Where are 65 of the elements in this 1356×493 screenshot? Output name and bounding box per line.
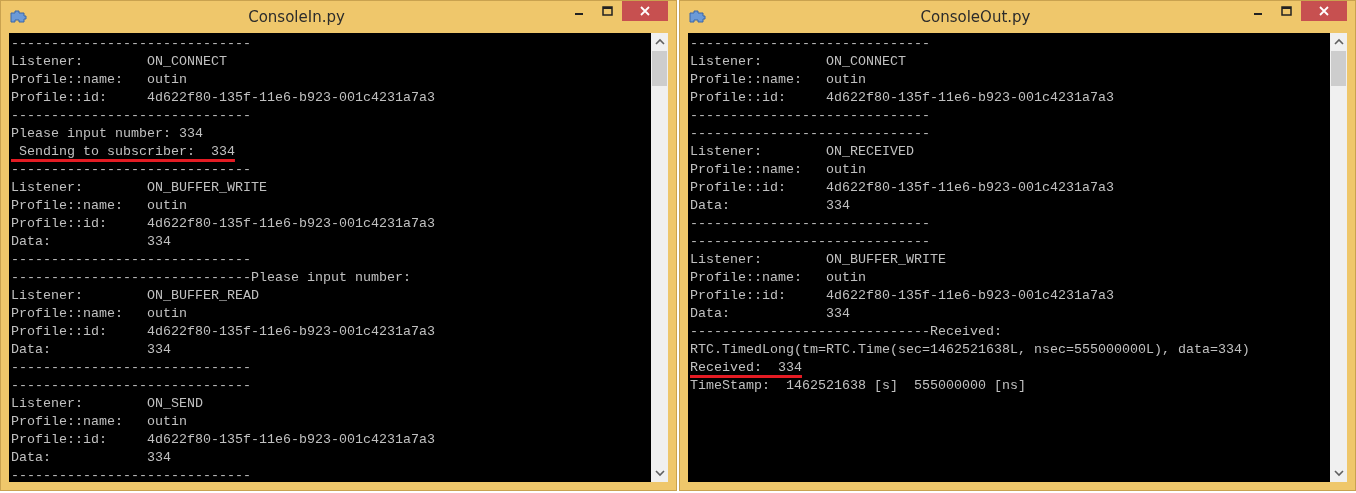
close-button[interactable]	[622, 1, 668, 21]
scroll-up-icon[interactable]	[1333, 38, 1344, 45]
console-line: ------------------------------	[11, 108, 251, 123]
scroll-down-icon[interactable]	[654, 470, 665, 477]
minimize-icon	[575, 13, 583, 15]
console-line: ------------------------------	[11, 162, 251, 177]
console-line: Listener: ON_BUFFER_WRITE	[11, 180, 267, 195]
console-line: ------------------------------	[11, 36, 251, 51]
console-line: ------------------------------	[11, 360, 251, 375]
app-icon	[688, 10, 706, 24]
scrollbar[interactable]	[1330, 33, 1347, 482]
scrollbar-thumb[interactable]	[1331, 51, 1346, 86]
close-icon	[1319, 6, 1329, 16]
console-line: RTC.TimedLong(tm=RTC.Time(sec=1462521638L, nsec=555000000L), data=334)	[690, 342, 1250, 357]
console-line: ------------------------------	[11, 468, 251, 482]
minimize-icon	[1254, 13, 1262, 15]
window-title: ConsoleOut.py	[919, 8, 1032, 26]
console-line: Profile::id: 4d622f80-135f-11e6-b923-001c4231a7a3	[690, 90, 1114, 105]
console-line: Profile::id: 4d622f80-135f-11e6-b923-001c4231a7a3	[690, 288, 1114, 303]
console-line: ------------------------------	[690, 36, 930, 51]
maximize-icon	[601, 6, 613, 16]
console-line: ------------------------------	[690, 234, 930, 249]
console-line: ------------------------------	[11, 252, 251, 267]
console-line: Please input number: 334	[11, 126, 203, 141]
console-line: Listener: ON_SEND	[11, 396, 203, 411]
console-line: Profile::id: 4d622f80-135f-11e6-b923-001c4231a7a3	[11, 432, 435, 447]
console-line: Profile::id: 4d622f80-135f-11e6-b923-001c4231a7a3	[11, 324, 435, 339]
console-line: Profile::name: outin	[690, 270, 866, 285]
console-line: Received: 334	[690, 360, 802, 375]
console-line: Data: 334	[690, 198, 850, 213]
console-line: Profile::name: outin	[690, 162, 866, 177]
console-line: Listener: ON_CONNECT	[690, 54, 906, 69]
console-line: TimeStamp: 1462521638 [s] 555000000 [ns]	[690, 378, 1026, 393]
console-line: ------------------------------	[11, 378, 251, 393]
scroll-down-icon[interactable]	[1333, 470, 1344, 477]
console-line: Listener: ON_RECEIVED	[690, 144, 914, 159]
scroll-up-icon[interactable]	[654, 38, 665, 45]
console-line: Sending to subscriber: 334	[18, 144, 235, 159]
console-line: Profile::id: 4d622f80-135f-11e6-b923-001c4231a7a3	[11, 216, 435, 231]
scrollbar[interactable]	[651, 33, 668, 482]
close-icon	[640, 6, 650, 16]
console-line: ------------------------------Received:	[690, 324, 1002, 339]
console-line: Data: 334	[11, 450, 171, 465]
console-line: ------------------------------	[690, 126, 930, 141]
console-line: Profile::name: outin	[11, 306, 187, 321]
console-line: ------------------------------	[690, 108, 930, 123]
console-line: Listener: ON_BUFFER_READ	[11, 288, 259, 303]
console-line: Profile::name: outin	[11, 198, 187, 213]
console-line: Profile::name: outin	[690, 72, 866, 87]
console-line: Profile::id: 4d622f80-135f-11e6-b923-001c4231a7a3	[11, 90, 435, 105]
console-line: Profile::id: 4d622f80-135f-11e6-b923-001c4231a7a3	[690, 180, 1114, 195]
close-button[interactable]	[1301, 1, 1347, 21]
console-line: ------------------------------Please input number:	[11, 270, 411, 285]
app-icon	[9, 10, 27, 24]
window-title: ConsoleIn.py	[247, 8, 346, 26]
console-line: Profile::name: outin	[11, 72, 187, 87]
console-line: Data: 334	[11, 342, 171, 357]
console-line: Listener: ON_CONNECT	[11, 54, 227, 69]
maximize-icon	[1280, 6, 1292, 16]
console-line: Listener: ON_BUFFER_WRITE	[690, 252, 946, 267]
scrollbar-thumb[interactable]	[652, 51, 667, 86]
console-line: Data: 334	[11, 234, 171, 249]
console-line: ------------------------------	[690, 216, 930, 231]
console-line: Data: 334	[690, 306, 850, 321]
console-line: Profile::name: outin	[11, 414, 187, 429]
